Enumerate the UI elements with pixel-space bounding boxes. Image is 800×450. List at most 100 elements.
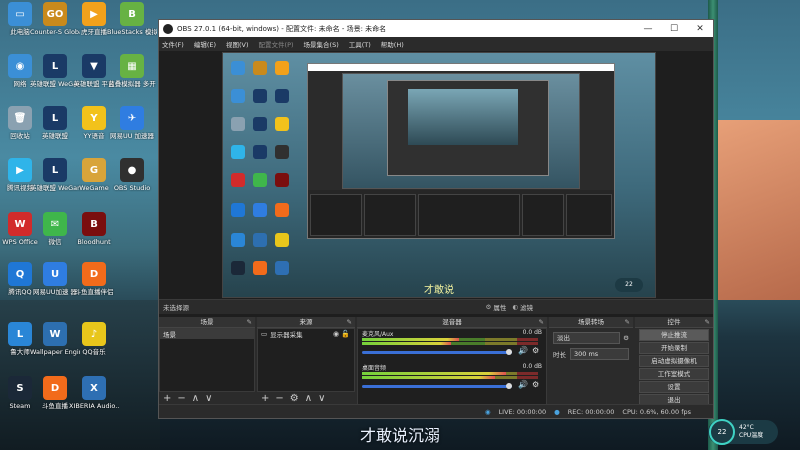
- overlay-subtitle: 才敢说沉溺: [360, 426, 441, 445]
- audio-meter: [362, 342, 538, 345]
- minimize-button[interactable]: —: [635, 24, 661, 34]
- live-time: LIVE: 00:00:00: [498, 407, 547, 416]
- app-icon: S: [8, 376, 32, 400]
- dock-pin-icon[interactable]: ✎: [539, 317, 544, 327]
- preview-mini-icon: [275, 117, 289, 131]
- status-bar: ◉ LIVE: 00:00:00 ● REC: 00:00:00 CPU: 0.…: [159, 404, 713, 418]
- desktop-icon[interactable]: ● OBS Studio: [107, 158, 157, 192]
- preview-mini-icon: [231, 145, 245, 159]
- preview-mini-icon: [253, 203, 267, 217]
- preview-mini-icon: [253, 145, 267, 159]
- volume-slider[interactable]: [362, 349, 512, 355]
- menu-help[interactable]: 帮助(H): [381, 39, 404, 49]
- mixer-channel-name: 麦克风/Aux: [362, 331, 394, 338]
- app-icon: ▦: [120, 54, 144, 78]
- preview-mini-icon: [275, 203, 289, 217]
- app-icon: L: [8, 322, 32, 346]
- dock-pin-icon[interactable]: ✎: [247, 317, 252, 327]
- mixer-dock-title: 混音器: [442, 318, 462, 326]
- preview-mini-icon: [253, 233, 267, 247]
- properties-button[interactable]: ⚙ 属性: [486, 302, 507, 312]
- remove-scene-button[interactable]: −: [177, 393, 185, 404]
- add-scene-button[interactable]: +: [163, 393, 171, 404]
- close-button[interactable]: ✕: [687, 24, 713, 34]
- preview-mini-icon: [275, 233, 289, 247]
- preview-canvas[interactable]: 才敢说 22: [222, 52, 656, 298]
- move-scene-down-button[interactable]: ∨: [205, 393, 212, 404]
- move-source-down-button[interactable]: ∨: [318, 393, 325, 404]
- app-icon: ♪: [82, 322, 106, 346]
- gear-icon[interactable]: ⚙: [623, 334, 629, 342]
- menu-profile[interactable]: 配置文件(P): [259, 39, 294, 49]
- source-settings-button[interactable]: ⚙: [290, 393, 299, 404]
- desktop-icon[interactable]: X XIBERIA Audio...: [69, 376, 119, 410]
- desktop-icon[interactable]: ▦ 蓝叠模拟器 多开: [107, 54, 157, 88]
- filter-icon: ◐: [512, 303, 518, 311]
- studio-mode-button[interactable]: 工作室模式: [639, 368, 709, 380]
- controls-dock: 控件 ✎ 停止推流 开始录制 启动虚拟摄像机 工作室模式 设置 退出: [635, 317, 713, 406]
- desktop-icon[interactable]: ♪ QQ音乐: [69, 322, 119, 356]
- app-icon: Q: [8, 262, 32, 286]
- visibility-eye-icon[interactable]: ◉: [333, 330, 339, 338]
- cpu-temp-label: CPU温度: [739, 432, 764, 439]
- stop-streaming-button[interactable]: 停止推流: [639, 329, 709, 341]
- maximize-button[interactable]: ☐: [661, 24, 687, 34]
- desktop-icon[interactable]: D 斗鱼直播伴侣: [69, 262, 119, 296]
- desktop-icon[interactable]: B BlueStacks 模拟: [107, 2, 157, 36]
- gear-icon[interactable]: ⚙: [532, 380, 539, 389]
- speaker-icon[interactable]: 🔊: [518, 380, 528, 389]
- monitor-icon: ▭: [261, 330, 268, 338]
- gear-icon[interactable]: ⚙: [532, 346, 539, 355]
- menu-bar: 文件(F) 编辑(E) 视图(V) 配置文件(P) 场景集合(S) 工具(T) …: [159, 37, 713, 50]
- cpu-widget[interactable]: 22 42°C CPU温度: [708, 419, 778, 445]
- duration-label: 时长: [553, 351, 566, 359]
- desktop-icon-label: 网易UU 加速器: [109, 132, 155, 140]
- preview-mini-icon: [275, 145, 289, 159]
- rec-time: REC: 00:00:00: [567, 407, 615, 416]
- add-source-button[interactable]: +: [261, 393, 269, 404]
- desktop-icon[interactable]: B Bloodhunt: [69, 212, 119, 246]
- scene-item[interactable]: 场景: [160, 329, 254, 339]
- preview-mini-icon: [231, 61, 245, 75]
- volume-slider[interactable]: [362, 383, 512, 389]
- app-icon: ▶: [82, 2, 106, 26]
- mixer-channel-mic: 麦克风/Aux 0.0 dB 🔊 ⚙: [358, 329, 546, 363]
- scenes-dock: 场景 ✎ 场景 + − ∧ ∨: [159, 317, 255, 405]
- desktop-icon[interactable]: ✈ 网易UU 加速器: [107, 106, 157, 140]
- duration-input[interactable]: 300 ms: [570, 348, 629, 360]
- settings-button[interactable]: 设置: [639, 381, 709, 393]
- menu-tools[interactable]: 工具(T): [349, 39, 371, 49]
- menu-edit[interactable]: 编辑(E): [194, 39, 216, 49]
- start-virtual-camera-button[interactable]: 启动虚拟摄像机: [639, 355, 709, 367]
- preview-mini-icon: [253, 117, 267, 131]
- preview-mini-icon: [275, 61, 289, 75]
- app-icon: U: [43, 262, 67, 286]
- recursive-docks: [308, 190, 614, 238]
- lock-icon[interactable]: 🔓: [341, 330, 350, 338]
- app-icon: G: [82, 158, 106, 182]
- obs-window: OBS 27.0.1 (64-bit, windows) - 配置文件: 未命名…: [158, 19, 714, 419]
- dock-pin-icon[interactable]: ✎: [625, 317, 630, 327]
- window-title: OBS 27.0.1 (64-bit, windows) - 配置文件: 未命名…: [177, 24, 387, 33]
- filters-button[interactable]: ◐ 滤镜: [512, 302, 533, 312]
- dock-pin-icon[interactable]: ✎: [347, 317, 352, 327]
- transition-type-select[interactable]: 淡出: [553, 332, 621, 344]
- source-item[interactable]: ▭ 显示器采集 ◉ 🔓: [258, 329, 354, 339]
- menu-view[interactable]: 视图(V): [226, 39, 249, 49]
- menu-file[interactable]: 文件(F): [162, 39, 184, 49]
- app-icon: L: [43, 54, 67, 78]
- no-source-label: 未选择源: [163, 304, 189, 312]
- dock-pin-icon[interactable]: ✎: [705, 317, 710, 327]
- move-source-up-button[interactable]: ∧: [305, 393, 312, 404]
- remove-source-button[interactable]: −: [275, 393, 283, 404]
- app-icon: W: [8, 212, 32, 236]
- preview-subtitle: 才敢说: [424, 285, 454, 296]
- speaker-icon[interactable]: 🔊: [518, 346, 528, 355]
- recursive-preview: [342, 73, 580, 189]
- app-icon: W: [43, 322, 67, 346]
- desktop-icon-label: 斗鱼直播伴侣: [74, 288, 114, 296]
- menu-scene-collection[interactable]: 场景集合(S): [304, 39, 339, 49]
- move-scene-up-button[interactable]: ∧: [192, 393, 199, 404]
- source-item-label: 显示器采集: [270, 331, 303, 339]
- start-recording-button[interactable]: 开始录制: [639, 342, 709, 354]
